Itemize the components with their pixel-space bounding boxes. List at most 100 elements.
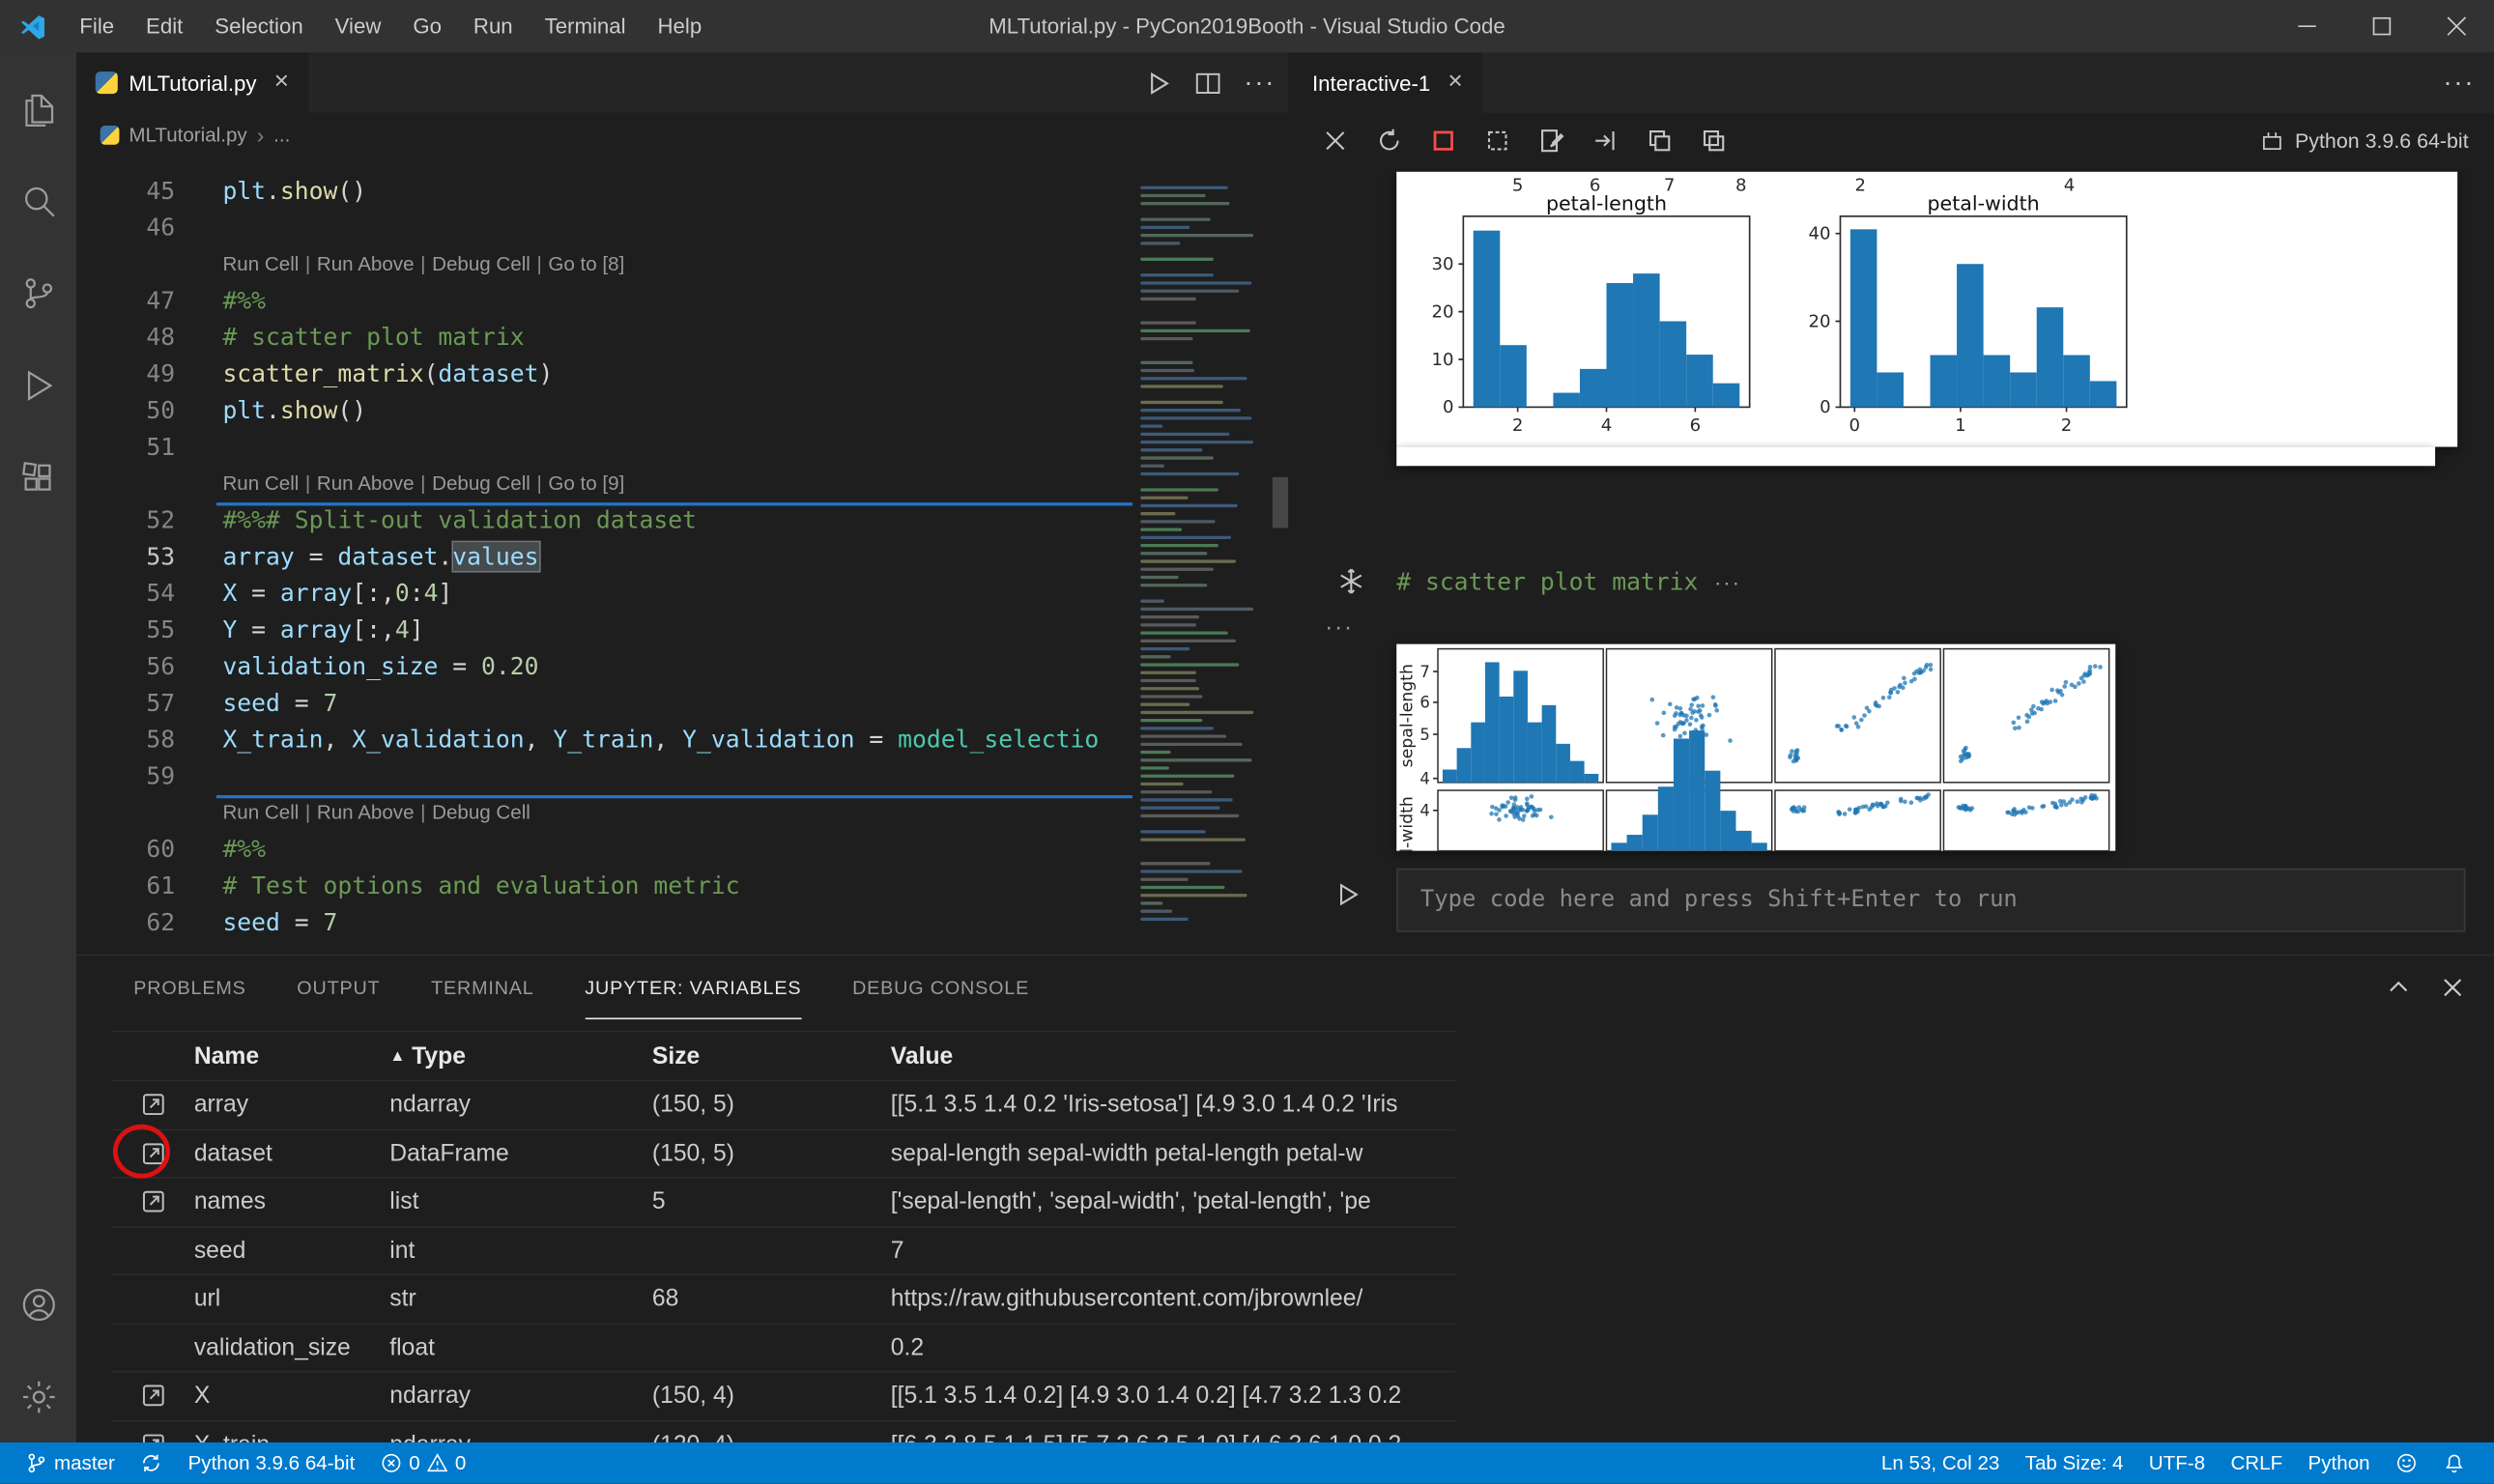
close-window-button[interactable] — [2420, 0, 2494, 52]
variable-row-X[interactable]: Xndarray(150, 4)[[5.1 3.5 1.4 0.2] [4.9 … — [111, 1373, 1455, 1421]
codelens-link[interactable]: Debug Cell — [432, 472, 530, 495]
code-line-48[interactable]: 48# scatter plot matrix — [76, 320, 1288, 357]
python-interpreter-indicator[interactable]: Python 3.9.6 64-bit — [175, 1442, 367, 1484]
code-line-49[interactable]: 49scatter_matrix(dataset) — [76, 357, 1288, 393]
variable-row-names[interactable]: nameslist5['sepal-length', 'sepal-width'… — [111, 1179, 1455, 1227]
sync-button[interactable] — [128, 1442, 175, 1484]
col-header-value[interactable]: Value — [891, 1042, 1455, 1070]
codelens-link[interactable]: Go to [9] — [548, 472, 624, 495]
code-line-45[interactable]: 45plt.show() — [76, 173, 1288, 210]
interrupt-icon[interactable] — [1428, 126, 1458, 156]
tab-close-icon[interactable]: × — [274, 70, 289, 95]
more-actions-icon[interactable]: ··· — [1244, 67, 1276, 99]
code-line-60[interactable]: 60#%% — [76, 832, 1288, 869]
tab-mltutorial[interactable]: MLTutorial.py × — [76, 52, 308, 113]
extensions-icon[interactable] — [0, 431, 76, 523]
breadcrumb-file[interactable]: MLTutorial.py — [129, 124, 246, 146]
code-line-61[interactable]: 61# Test options and evaluation metric — [76, 869, 1288, 905]
scrollbar-thumb[interactable] — [1273, 477, 1288, 528]
menu-run[interactable]: Run — [457, 0, 529, 52]
codelens-link[interactable]: Go to [8] — [548, 253, 624, 275]
copy-icon[interactable] — [1645, 126, 1675, 156]
codelens-link[interactable]: Run Cell — [222, 802, 299, 824]
panel-tab-output[interactable]: OUTPUT — [297, 956, 380, 1019]
col-header-size[interactable]: Size — [652, 1042, 891, 1070]
variable-row-validation_size[interactable]: validation_sizefloat0.2 — [111, 1324, 1455, 1372]
codelens-link[interactable]: Debug Cell — [432, 253, 530, 275]
code-line-53[interactable]: 53array = dataset.values — [76, 539, 1288, 576]
run-file-icon[interactable] — [1145, 70, 1172, 97]
open-data-viewer-button[interactable] — [139, 1092, 166, 1119]
code-line-51[interactable]: 51 — [76, 429, 1288, 466]
cursor-position-indicator[interactable]: Ln 53, Col 23 — [1869, 1442, 2013, 1484]
maximize-panel-icon[interactable] — [2386, 975, 2411, 1000]
code-line-59[interactable]: 59 — [76, 758, 1288, 795]
close-panel-icon[interactable] — [2440, 975, 2465, 1000]
code-line-52[interactable]: 52#%%# Split-out validation dataset — [76, 502, 1288, 539]
variable-row-url[interactable]: urlstr68https://raw.githubusercontent.co… — [111, 1275, 1455, 1324]
code-line-58[interactable]: 58X_train, X_validation, Y_train, Y_vali… — [76, 722, 1288, 758]
notifications-button[interactable] — [2430, 1442, 2478, 1484]
open-data-viewer-button[interactable] — [139, 1431, 166, 1442]
tab-close-icon[interactable]: × — [1448, 70, 1462, 95]
codelens-link[interactable]: Run Cell — [222, 253, 299, 275]
split-editor-icon[interactable] — [1194, 70, 1221, 97]
tab-interactive-1[interactable]: Interactive-1 × — [1293, 52, 1481, 113]
snowflake-icon[interactable] — [1337, 568, 1364, 595]
run-input-icon[interactable] — [1334, 881, 1362, 908]
open-data-viewer-button[interactable] — [139, 1188, 166, 1215]
kernel-selector[interactable]: Python 3.9.6 64-bit — [2260, 113, 2469, 169]
menu-selection[interactable]: Selection — [199, 0, 319, 52]
menu-help[interactable]: Help — [642, 0, 718, 52]
cell-gutter-more-icon[interactable]: ··· — [1325, 614, 1354, 641]
outline-icon[interactable] — [1482, 126, 1512, 156]
language-mode-indicator[interactable]: Python — [2295, 1442, 2382, 1484]
maximize-button[interactable] — [2344, 0, 2419, 52]
menu-file[interactable]: File — [64, 0, 130, 52]
encoding-indicator[interactable]: UTF-8 — [2136, 1442, 2219, 1484]
cell-actions-icon[interactable]: ··· — [1714, 569, 1741, 594]
codelens-link[interactable]: Debug Cell — [432, 802, 530, 824]
codelens-link[interactable]: Run Above — [317, 472, 415, 495]
code-line-46[interactable]: 46 — [76, 210, 1288, 246]
code-line-50[interactable]: 50plt.show() — [76, 393, 1288, 430]
code-line-56[interactable]: 56validation_size = 0.20 — [76, 649, 1288, 686]
more-actions-icon[interactable]: ··· — [2443, 52, 2475, 113]
panel-tab-jupyter-variables[interactable]: JUPYTER: VARIABLES — [585, 956, 801, 1019]
close-icon[interactable] — [1320, 126, 1350, 156]
menu-go[interactable]: Go — [397, 0, 458, 52]
duplicate-icon[interactable] — [1699, 126, 1729, 156]
eol-indicator[interactable]: CRLF — [2218, 1442, 2295, 1484]
minimap[interactable] — [1134, 157, 1273, 955]
code-line-47[interactable]: 47#%% — [76, 283, 1288, 320]
breadcrumb-more[interactable]: ... — [273, 124, 290, 146]
source-control-icon[interactable] — [0, 246, 76, 338]
minimize-button[interactable] — [2270, 0, 2344, 52]
code-editor[interactable]: 45plt.show()46Run Cell|Run Above|Debug C… — [76, 157, 1288, 955]
code-line-55[interactable]: 55Y = array[:,4] — [76, 613, 1288, 649]
feedback-button[interactable] — [2383, 1442, 2430, 1484]
move-to-editor-icon[interactable] — [1591, 126, 1620, 156]
menu-terminal[interactable]: Terminal — [529, 0, 642, 52]
col-header-type[interactable]: ▲ Type — [389, 1042, 652, 1070]
variable-row-X_train[interactable]: X_trainndarray(120, 4)[[6.3 2.8 5.1 1.5]… — [111, 1421, 1455, 1442]
open-data-viewer-button[interactable] — [139, 1383, 166, 1410]
indentation-indicator[interactable]: Tab Size: 4 — [2012, 1442, 2136, 1484]
restart-icon[interactable] — [1374, 126, 1404, 156]
panel-tab-problems[interactable]: PROBLEMS — [133, 956, 245, 1019]
problems-indicator[interactable]: 0 0 — [367, 1442, 478, 1484]
menu-edit[interactable]: Edit — [130, 0, 199, 52]
account-icon[interactable] — [0, 1258, 76, 1350]
variable-row-seed[interactable]: seedint7 — [111, 1227, 1455, 1275]
codelens-link[interactable]: Run Above — [317, 802, 415, 824]
git-branch-indicator[interactable]: master — [13, 1442, 128, 1484]
panel-tab-debug-console[interactable]: DEBUG CONSOLE — [852, 956, 1029, 1019]
search-icon[interactable] — [0, 155, 76, 246]
run-debug-icon[interactable] — [0, 339, 76, 431]
variable-row-array[interactable]: arrayndarray(150, 5)[[5.1 3.5 1.4 0.2 'I… — [111, 1081, 1455, 1129]
code-line-54[interactable]: 54X = array[:,0:4] — [76, 576, 1288, 613]
codelens-link[interactable]: Run Cell — [222, 472, 299, 495]
codelens-link[interactable]: Run Above — [317, 253, 415, 275]
variable-row-dataset[interactable]: datasetDataFrame(150, 5)sepal-length sep… — [111, 1130, 1455, 1179]
col-header-name[interactable]: Name — [194, 1042, 389, 1070]
